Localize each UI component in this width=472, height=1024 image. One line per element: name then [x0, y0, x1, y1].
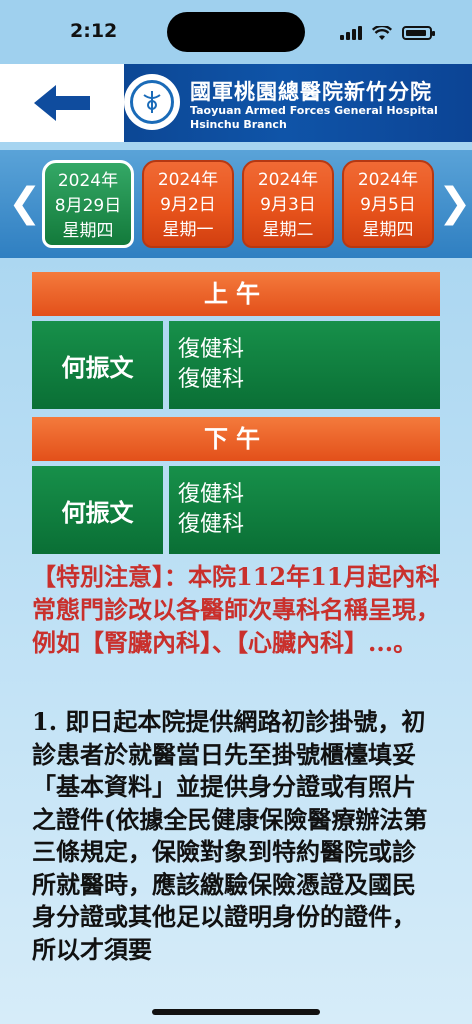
date-tab-0[interactable]: 2024年 8月29日 星期四	[42, 160, 134, 248]
hospital-name-en: Taoyuan Armed Forces General Hospital	[190, 104, 438, 117]
back-button[interactable]	[0, 64, 124, 142]
date-tab-weekday: 星期四	[362, 220, 414, 240]
date-tab-1[interactable]: 2024年 9月2日 星期一	[142, 160, 234, 248]
next-dates-chevron-icon[interactable]: ❯	[438, 180, 472, 226]
registration-info: 1. 即日起本院提供網路初診掛號，初診患者於就醫當日先至掛號櫃檯填妥「基本資料」…	[32, 707, 428, 964]
dept-cell-morning[interactable]: 復健科 復健科	[169, 321, 440, 409]
dept-cell-afternoon[interactable]: 復健科 復健科	[169, 466, 440, 554]
date-tab-weekday: 星期四	[62, 221, 114, 241]
dept-label: 復健科	[178, 337, 245, 362]
date-tab-weekday: 星期二	[262, 220, 314, 240]
status-bar: 2:12	[0, 0, 472, 64]
status-icons	[340, 22, 435, 44]
date-tab-year: 2024年	[257, 170, 319, 190]
status-time: 2:12	[70, 20, 118, 42]
caduceus-icon	[143, 91, 161, 113]
dept-label: 復健科	[178, 482, 245, 507]
home-indicator[interactable]	[152, 1009, 320, 1015]
special-notice: 【特別注意】：本院112年11月起內科常態門診改以各醫師次專科名稱呈現，例如【腎…	[32, 562, 440, 657]
date-tab-year: 2024年	[57, 171, 119, 191]
session-header-morning: 上午	[32, 272, 440, 316]
dynamic-island	[167, 12, 305, 52]
date-tab-3[interactable]: 2024年 9月5日 星期四	[342, 160, 434, 248]
app-header: 國軍桃園總醫院新竹分院 Taoyuan Armed Forces General…	[0, 64, 472, 142]
date-tab-date: 9月2日	[160, 195, 216, 215]
date-tab-date: 9月5日	[360, 195, 416, 215]
date-tab-date: 8月29日	[54, 196, 122, 216]
hospital-branch-en: Hsinchu Branch	[190, 118, 287, 131]
date-tab-date: 9月3日	[260, 195, 316, 215]
doctor-cell-morning[interactable]: 何振文	[32, 321, 163, 409]
prev-dates-chevron-icon[interactable]: ❮	[8, 180, 42, 226]
session-header-afternoon: 下午	[32, 417, 440, 461]
hospital-logo	[124, 74, 180, 130]
doctor-cell-afternoon[interactable]: 何振文	[32, 466, 163, 554]
date-tab-weekday: 星期一	[162, 220, 214, 240]
date-tab-year: 2024年	[357, 170, 419, 190]
dept-label: 復健科	[178, 367, 245, 392]
date-tab-2[interactable]: 2024年 9月3日 星期二	[242, 160, 334, 248]
date-tab-year: 2024年	[157, 170, 219, 190]
battery-icon	[402, 26, 435, 40]
wifi-icon	[372, 25, 392, 40]
date-selector: ❮ 2024年 8月29日 星期四 2024年 9月2日 星期一 2024年 9…	[0, 150, 472, 258]
cellular-signal-icon	[340, 26, 362, 40]
hospital-name-zh: 國軍桃園總醫院新竹分院	[190, 80, 432, 104]
arrow-left-icon	[34, 85, 90, 121]
dept-label: 復健科	[178, 512, 245, 537]
